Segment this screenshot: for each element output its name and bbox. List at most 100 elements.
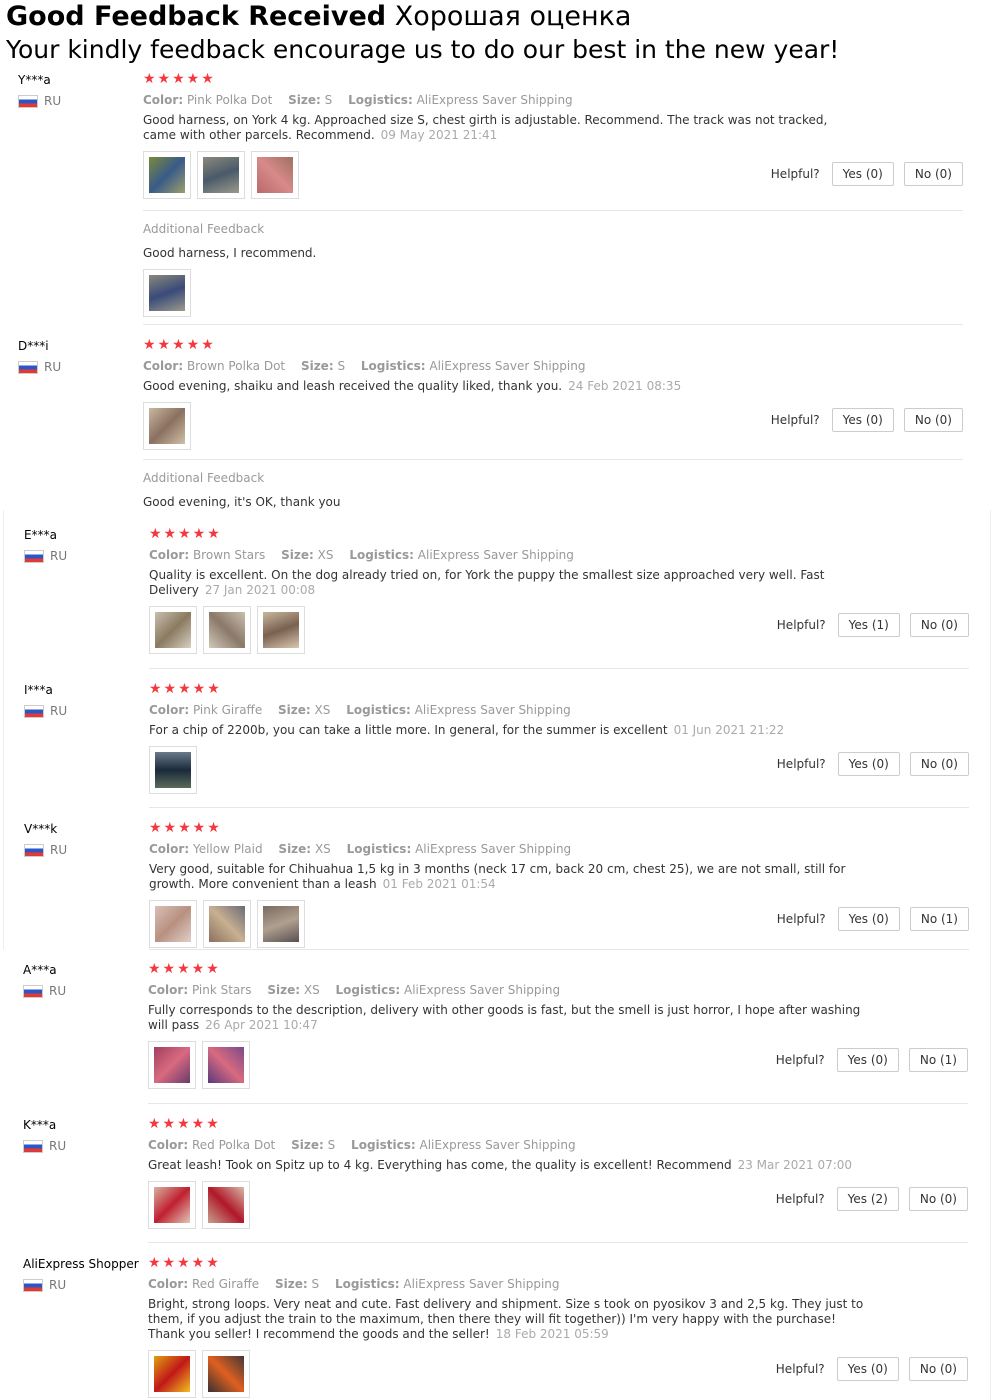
helpful-yes-button[interactable]: Yes (0) [831,408,894,432]
star-rating: ★★★★★ [143,71,216,87]
reviewer-info: D***i RU [18,338,143,374]
star-rating: ★★★★★ [149,820,222,836]
helpful-label: Helpful? [770,167,820,181]
logistics-value: AliExpress Saver Shipping [415,842,572,856]
review-content: ★★★★★ Color: Pink Polka Dot Size: S Logi… [143,71,963,317]
helpful-yes-button[interactable]: Yes (1) [837,613,900,637]
reviewer-name: K***a [23,1118,57,1132]
helpful-no-button[interactable]: No (0) [908,1357,968,1381]
reviewer-name: V***k [24,822,58,836]
review-photo[interactable] [149,746,197,794]
review-text: Good harness, on York 4 kg. Approached s… [143,113,828,142]
helpful-label: Helpful? [775,1192,825,1206]
reviewer-country: RU [18,360,143,374]
helpful-yes-button[interactable]: Yes (0) [837,752,900,776]
color-value: Pink Polka Dot [186,93,273,107]
russia-flag-icon [23,1278,43,1292]
review-meta: Color: Brown Stars Size: XS Logistics: A… [149,548,574,562]
review-photo[interactable] [143,402,191,450]
helpful-yes-button[interactable]: Yes (2) [836,1187,899,1211]
review-photo[interactable] [143,151,191,199]
review-photo[interactable] [148,1350,196,1398]
helpful-no-button[interactable]: No (0) [909,613,969,637]
size-value: XS [314,842,331,856]
review-date: 01 Feb 2021 01:54 [382,877,496,891]
review-text: Quality is excellent. On the dog already… [149,568,825,597]
review-photo[interactable] [148,1041,196,1089]
country-code: RU [44,94,62,108]
review-date: 26 Apr 2021 10:47 [205,1018,318,1032]
star-rating: ★★★★★ [149,681,222,697]
star-rating: ★★★★★ [148,1116,221,1132]
review-meta: Color: Red Giraffe Size: S Logistics: Al… [148,1277,560,1291]
review-meta: Color: Yellow Plaid Size: XS Logistics: … [149,842,572,856]
additional-feedback: Additional Feedback Good evening, it's O… [143,459,963,510]
russia-flag-icon [18,360,38,374]
review-date: 23 Mar 2021 07:00 [737,1158,853,1172]
reviewer-info: K***a RU [23,1117,148,1153]
reviewer-country: RU [24,549,149,563]
review-meta: Color: Pink Giraffe Size: XS Logistics: … [149,703,571,717]
review-photo[interactable] [143,269,191,317]
additional-feedback: Additional Feedback Good harness, I reco… [143,210,963,317]
color-value: Pink Stars [191,983,252,997]
helpful-label: Helpful? [775,1362,825,1376]
review-photo[interactable] [202,1041,250,1089]
review-date: 01 Jun 2021 21:22 [673,723,785,737]
review-item: E***a RU ★★★★★ Color: Brown Stars Size: … [24,527,969,669]
review-item: AliExpress Shopper RU ★★★★★ Color: Red G… [23,1256,968,1400]
reviewer-info: I***a RU [24,682,149,718]
divider-right [990,510,991,1400]
helpful-no-button[interactable]: No (0) [903,162,963,186]
country-code: RU [49,984,67,998]
helpful-no-button[interactable]: No (0) [908,1187,968,1211]
logistics-value: AliExpress Saver Shipping [429,359,586,373]
review-text: Great leash! Took on Spitz up to 4 kg. E… [148,1158,853,1172]
page-header: Good Feedback Received Хорошая оценка Yo… [6,0,996,67]
review-photo[interactable] [202,1350,250,1398]
star-rating: ★★★★★ [143,337,216,353]
review-photo[interactable] [149,606,197,654]
helpful-votes: Helpful? Yes (0) No (1) [777,907,969,931]
review-photo[interactable] [257,606,305,654]
country-code: RU [44,360,62,374]
review-meta: Color: Pink Polka Dot Size: S Logistics:… [143,93,573,107]
review-photo[interactable] [202,1181,250,1229]
star-rating: ★★★★★ [149,526,222,542]
reviewer-name: D***i [18,339,49,353]
color-value: Pink Giraffe [192,703,263,717]
reviewer-info: AliExpress Shopper RU [23,1256,148,1292]
review-photo[interactable] [149,900,197,948]
reviewer-country: RU [23,1139,148,1153]
helpful-label: Helpful? [776,618,826,632]
russia-flag-icon [23,1139,43,1153]
star-rating: ★★★★★ [148,1255,221,1271]
review-photo[interactable] [203,606,251,654]
russia-flag-icon [23,984,43,998]
additional-feedback-label: Additional Feedback [143,471,265,485]
helpful-no-button[interactable]: No (1) [908,1048,968,1072]
page-subtitle: Your kindly feedback encourage us to do … [6,35,840,64]
helpful-no-button[interactable]: No (1) [909,907,969,931]
helpful-no-button[interactable]: No (0) [909,752,969,776]
reviewer-name: Y***a [18,73,51,87]
review-photo[interactable] [148,1181,196,1229]
additional-feedback-text: Good harness, I recommend. [143,246,317,260]
helpful-votes: Helpful? Yes (0) No (0) [777,752,969,776]
review-photo[interactable] [203,900,251,948]
helpful-yes-button[interactable]: Yes (0) [836,1048,899,1072]
helpful-yes-button[interactable]: Yes (0) [837,907,900,931]
review-date: 09 May 2021 21:41 [380,128,498,142]
review-photo[interactable] [197,151,245,199]
page-title: Good Feedback Received Хорошая оценка [6,0,996,33]
helpful-yes-button[interactable]: Yes (0) [831,162,894,186]
country-code: RU [50,704,68,718]
review-photo[interactable] [257,900,305,948]
helpful-yes-button[interactable]: Yes (0) [836,1357,899,1381]
color-value: Red Polka Dot [191,1138,276,1152]
helpful-no-button[interactable]: No (0) [903,408,963,432]
review-content: ★★★★★ Color: Brown Polka Dot Size: S Log… [143,337,963,509]
review-content: ★★★★★ Color: Red Giraffe Size: S Logisti… [148,1256,968,1398]
country-code: RU [50,843,68,857]
review-photo[interactable] [251,151,299,199]
